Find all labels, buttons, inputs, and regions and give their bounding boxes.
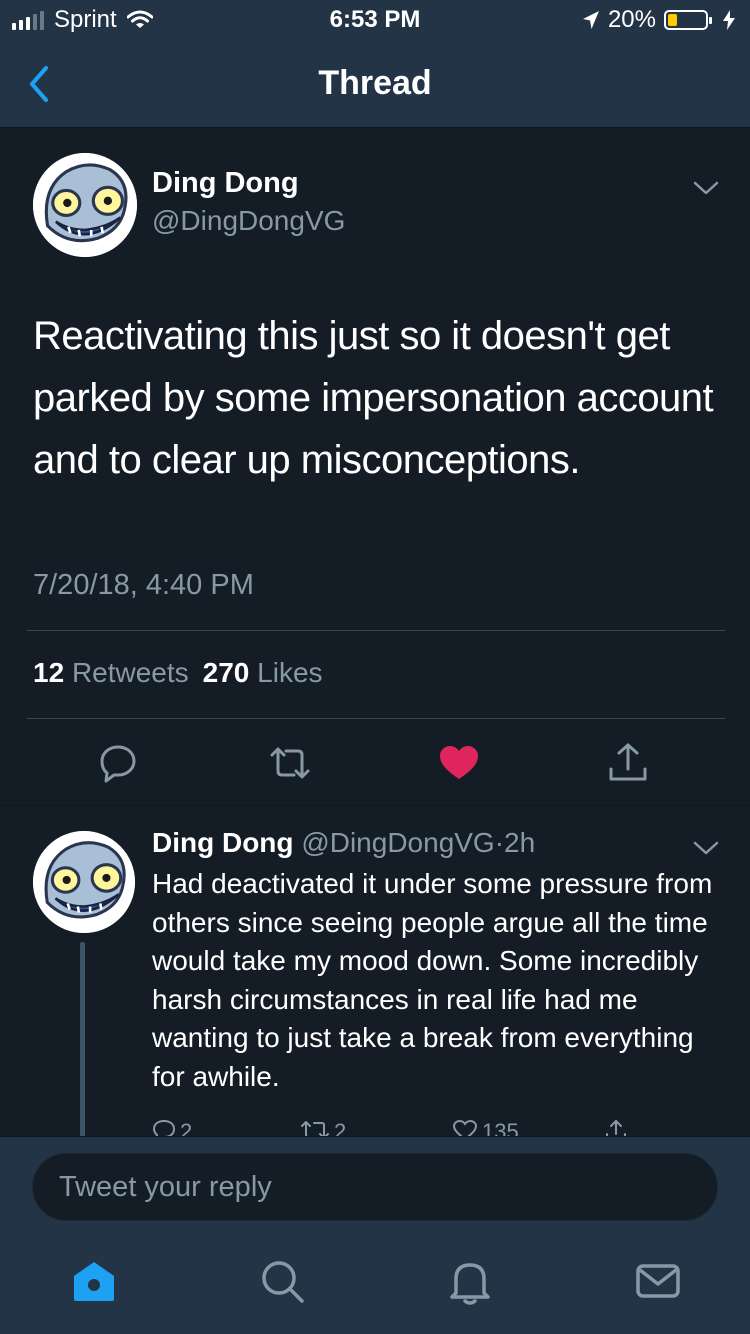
reply-age: 2h — [504, 827, 536, 858]
reply-icon — [100, 745, 136, 783]
reply-composer-input[interactable]: Tweet your reply — [32, 1153, 718, 1221]
reply-author-handle[interactable]: @DingDongVG — [301, 827, 494, 858]
retweet-button[interactable] — [268, 741, 312, 785]
battery-percent: 20% — [607, 6, 656, 33]
avatar-creature-icon — [33, 153, 137, 257]
divider — [27, 718, 725, 719]
reply-author-name[interactable]: Ding Dong — [152, 827, 294, 858]
composer-placeholder: Tweet your reply — [59, 1170, 272, 1203]
retweets-label: Retweets — [71, 657, 189, 688]
search-icon — [262, 1261, 304, 1303]
top-bar: Sprint 6:53 PM 20% Thread — [0, 0, 750, 128]
retweets-count: 12 — [33, 657, 65, 688]
avatar[interactable] — [33, 153, 137, 257]
avatar-creature-icon — [33, 831, 135, 933]
tab-home[interactable] — [70, 1257, 118, 1305]
likes-stat[interactable]: 270 Likes — [203, 657, 323, 689]
main-tweet[interactable]: Ding Dong @DingDongVG Reactivating this … — [0, 129, 750, 806]
tab-bar — [0, 1257, 750, 1317]
notifications-icon — [450, 1263, 490, 1305]
share-button[interactable] — [606, 741, 650, 785]
reply-tweet[interactable]: Ding Dong @DingDongVG·2h Had deactivated… — [0, 807, 750, 1144]
tab-messages[interactable] — [634, 1257, 682, 1305]
share-icon — [609, 743, 647, 781]
author-handle[interactable]: @DingDongVG — [152, 205, 345, 237]
location-arrow-icon — [582, 11, 599, 29]
tweet-timestamp: 7/20/18, 4:40 PM — [33, 569, 254, 601]
battery-icon — [664, 10, 712, 30]
tweet-menu-button[interactable] — [692, 179, 720, 197]
status-right: 20% — [582, 6, 736, 34]
reply-text: Had deactivated it under some pressure f… — [152, 868, 713, 1092]
tab-notifications[interactable] — [446, 1257, 494, 1305]
like-button[interactable] — [437, 741, 481, 785]
likes-count: 270 — [202, 657, 250, 688]
likes-label: Likes — [257, 657, 323, 688]
retweet-icon — [270, 747, 310, 779]
tweet-actions — [0, 741, 750, 791]
page-title: Thread — [318, 64, 432, 102]
heart-filled-icon — [440, 746, 478, 779]
reply-button[interactable] — [96, 741, 140, 785]
meta-separator: · — [494, 827, 505, 858]
chevron-down-icon — [693, 841, 719, 855]
chevron-down-icon — [693, 181, 719, 195]
avatar[interactable] — [33, 831, 135, 933]
thread-connector-line — [80, 942, 85, 1137]
author-name[interactable]: Ding Dong — [152, 167, 299, 200]
tab-search[interactable] — [258, 1257, 306, 1305]
messages-icon — [636, 1264, 680, 1298]
retweets-stat[interactable]: 12 Retweets — [33, 657, 189, 689]
bottom-bar: Tweet your reply — [0, 1136, 750, 1334]
reply-header: Ding Dong @DingDongVG·2h — [152, 827, 535, 859]
charging-bolt-icon — [723, 10, 735, 30]
reply-menu-button[interactable] — [692, 839, 720, 857]
tweet-stats: 12 Retweets 270 Likes — [33, 657, 323, 689]
divider — [27, 630, 725, 631]
status-bar: Sprint 6:53 PM 20% — [0, 0, 750, 40]
tweet-text: Reactivating this just so it doesn't get… — [33, 314, 714, 482]
